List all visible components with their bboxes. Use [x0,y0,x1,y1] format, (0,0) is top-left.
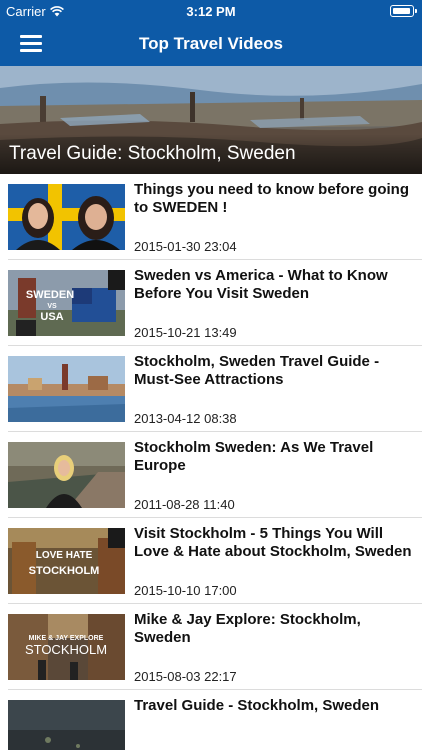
video-title: Travel Guide - Stockholm, Sweden [134,697,380,714]
status-time: 3:12 PM [186,4,236,19]
video-date: 2015-08-03 22:17 [134,669,237,684]
video-date: 2015-10-10 17:00 [134,583,237,598]
video-list-item[interactable]: SWEDEN VS USA Sweden vs America - What t… [8,260,422,346]
video-title: Visit Stockholm - 5 Things You Will Love… [134,525,412,560]
video-title: Stockholm Sweden: As We Travel Europe [134,439,374,474]
thumbnail-text: USA [40,311,63,323]
video-list-item[interactable]: Stockholm, Sweden Travel Guide - Must-Se… [8,346,422,432]
thumbnail-text: LOVE HATE [36,550,93,561]
video-list-item[interactable]: Travel Guide - Stockholm, Sweden [8,690,422,750]
video-list-item[interactable]: LOVE HATE STOCKHOLM Visit Stockholm - 5 … [8,518,422,604]
video-thumbnail: SWEDEN VS USA [8,270,125,336]
thumbnail-text: SWEDEN [26,289,74,301]
thumbnail-text: MIKE & JAY EXPLORE [29,635,104,642]
video-date: 2015-10-21 13:49 [134,325,237,340]
thumbnail-text: VS [47,303,57,310]
video-thumbnail [8,442,125,508]
hero-caption-overlay: Travel Guide: Stockholm, Sweden [0,134,422,174]
hero-caption: Travel Guide: Stockholm, Sweden [9,143,296,164]
video-thumbnail: LOVE HATE STOCKHOLM [8,528,125,594]
video-date: 2013-04-12 08:38 [134,411,237,426]
video-list: Things you need to know before going to … [0,174,422,750]
thumbnail-text: STOCKHOLM [25,642,107,657]
navigation-bar: Top Travel Videos [0,22,422,66]
featured-video-banner[interactable]: Travel Guide: Stockholm, Sweden [0,66,422,174]
video-date: 2015-01-30 23:04 [134,239,237,254]
video-title: Sweden vs America - What to Know Before … [134,267,388,302]
video-list-item[interactable]: Things you need to know before going to … [8,174,422,260]
video-title: Stockholm, Sweden Travel Guide - Must-Se… [134,353,380,388]
video-thumbnail [8,700,125,750]
page-title: Top Travel Videos [139,34,283,53]
video-title: Mike & Jay Explore: Stockholm, Sweden [134,611,361,646]
video-thumbnail: MIKE & JAY EXPLORE STOCKHOLM [8,614,125,680]
battery-icon [390,5,417,17]
video-list-item[interactable]: MIKE & JAY EXPLORE STOCKHOLM Mike & Jay … [8,604,422,690]
video-thumbnail [8,184,125,250]
status-bar: Carrier 3:12 PM [0,0,422,22]
thumbnail-text: STOCKHOLM [29,565,100,577]
video-list-item[interactable]: Stockholm Sweden: As We Travel Europe 20… [8,432,422,518]
video-thumbnail [8,356,125,422]
video-title: Things you need to know before going to … [134,181,409,216]
video-date: 2011-08-28 11:40 [134,497,235,512]
